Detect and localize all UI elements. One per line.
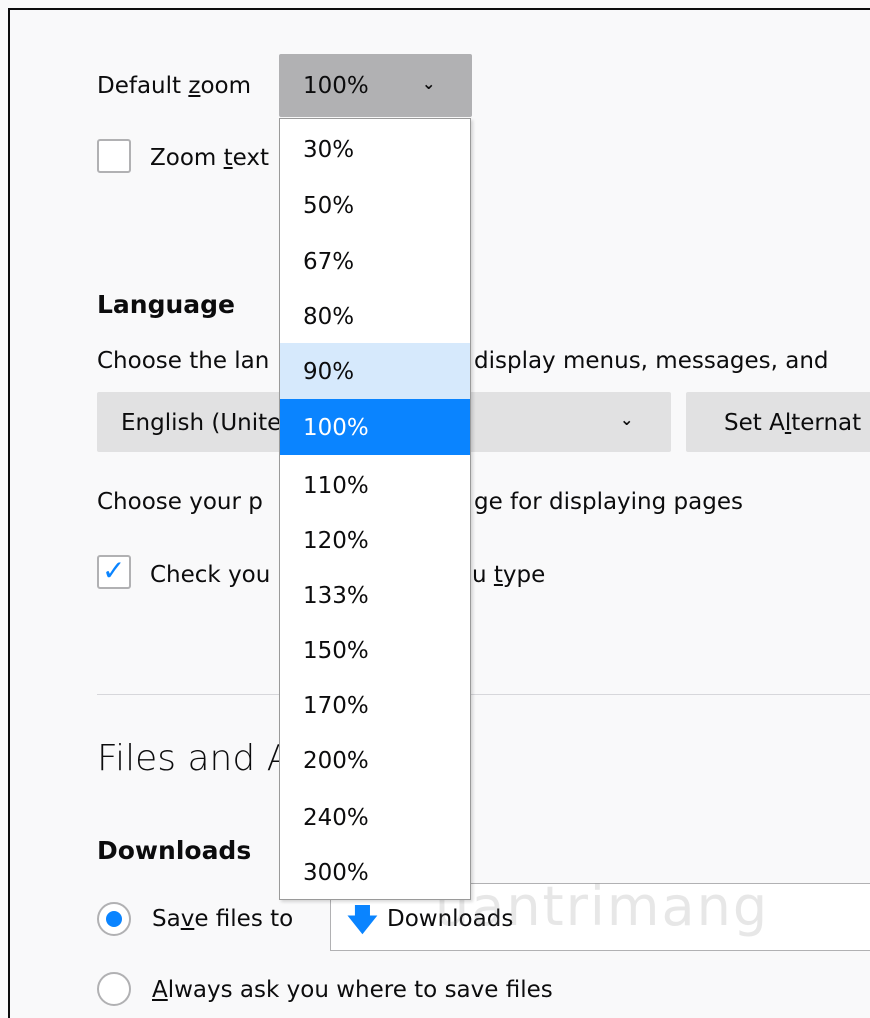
save-files-to-label: Save files to bbox=[152, 906, 294, 932]
radio-selected-dot bbox=[106, 911, 122, 927]
zoom-option-hovered[interactable]: 90% bbox=[280, 343, 470, 399]
section-divider bbox=[97, 694, 870, 695]
chevron-down-icon: ⌄ bbox=[620, 410, 634, 429]
zoom-option[interactable]: 240% bbox=[280, 789, 470, 845]
preferences-page: Default zoom 100% ⌄ Zoom text Language C… bbox=[0, 0, 870, 1018]
spell-check-checkbox[interactable]: ✓ bbox=[97, 554, 131, 589]
chevron-down-icon: ⌄ bbox=[422, 74, 436, 93]
zoom-option[interactable]: 30% bbox=[280, 121, 470, 177]
zoom-option[interactable]: 80% bbox=[280, 288, 470, 344]
default-zoom-label: Default zoom bbox=[97, 73, 251, 99]
default-zoom-value: 100% bbox=[303, 73, 369, 99]
zoom-text-only-checkbox[interactable] bbox=[97, 139, 131, 173]
always-ask-radio[interactable] bbox=[97, 972, 131, 1006]
checkmark-icon: ✓ bbox=[102, 554, 126, 587]
save-files-to-radio[interactable] bbox=[97, 902, 131, 936]
zoom-option[interactable]: 110% bbox=[280, 457, 470, 513]
always-ask-label: Always ask you where to save files bbox=[152, 977, 553, 1003]
language-select-value: English (Unite bbox=[121, 410, 282, 436]
zoom-dropdown-list[interactable]: 30% 50% 67% 80% 90% 100% 110% 120% 133% … bbox=[279, 118, 471, 900]
spell-check-label-left: Check you bbox=[150, 562, 271, 588]
zoom-option-selected[interactable]: 100% bbox=[280, 399, 470, 455]
default-zoom-select[interactable]: 100% ⌄ bbox=[279, 54, 472, 117]
top-border bbox=[8, 8, 870, 10]
zoom-option[interactable]: 133% bbox=[280, 567, 470, 623]
zoom-text-only-label: Zoom text bbox=[150, 145, 270, 171]
zoom-option[interactable]: 67% bbox=[280, 233, 470, 289]
zoom-option[interactable]: 170% bbox=[280, 677, 470, 733]
preferred-language-left: Choose your p bbox=[97, 489, 263, 515]
set-alternatives-button[interactable]: Set Alternat bbox=[686, 392, 870, 452]
language-description-left: Choose the lan bbox=[97, 348, 270, 374]
zoom-option[interactable]: 120% bbox=[280, 512, 470, 568]
download-arrow-icon: 🡇 bbox=[347, 903, 378, 938]
downloads-heading: Downloads bbox=[97, 836, 252, 865]
spell-check-label-right: u type bbox=[472, 562, 546, 588]
zoom-option[interactable]: 200% bbox=[280, 732, 470, 788]
language-heading: Language bbox=[97, 290, 236, 319]
files-section-title: Files and A bbox=[97, 738, 292, 779]
zoom-option[interactable]: 150% bbox=[280, 622, 470, 678]
set-alternatives-label: Set Alternat bbox=[724, 410, 862, 436]
preferred-language-right: ge for displaying pages bbox=[474, 489, 743, 515]
zoom-option[interactable]: 300% bbox=[280, 844, 470, 900]
zoom-option[interactable]: 50% bbox=[280, 177, 470, 233]
left-border bbox=[8, 8, 10, 1018]
language-description-right: display menus, messages, and bbox=[474, 348, 829, 374]
watermark-text: uantrimang bbox=[435, 875, 770, 938]
